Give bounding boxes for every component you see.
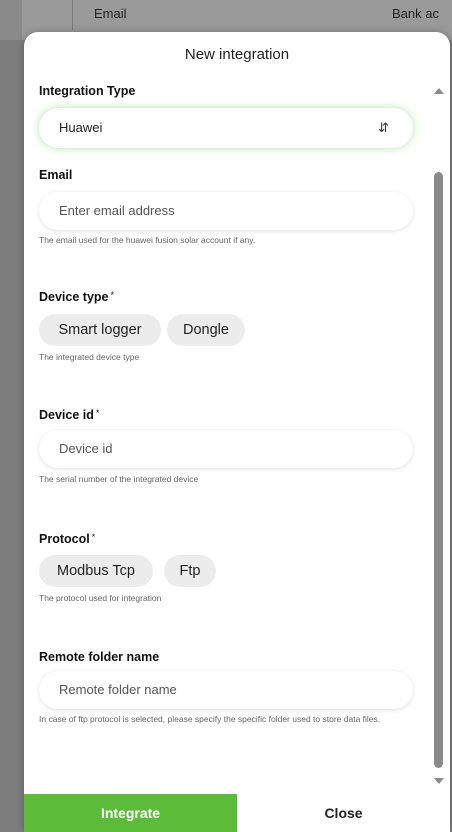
new-integration-modal: New integration Integration Type Huawei … bbox=[24, 32, 450, 832]
scroll-down-arrow-icon[interactable] bbox=[434, 778, 444, 784]
email-field[interactable] bbox=[39, 192, 413, 230]
device-type-option-smart-logger[interactable]: Smart logger bbox=[39, 314, 161, 346]
background-strip bbox=[0, 0, 22, 40]
required-marker: * bbox=[110, 290, 114, 300]
close-button[interactable]: Close bbox=[237, 794, 450, 832]
integration-type-value: Huawei bbox=[59, 120, 103, 135]
device-id-label: Device id * bbox=[39, 408, 99, 422]
modal-title: New integration bbox=[184, 46, 290, 63]
remote-folder-label: Remote folder name bbox=[39, 650, 160, 664]
integration-type-label: Integration Type bbox=[39, 84, 136, 98]
background-divider bbox=[72, 0, 73, 30]
protocol-help-text: The protocol used for integration bbox=[39, 593, 162, 603]
device-id-field[interactable] bbox=[39, 430, 413, 468]
required-marker: * bbox=[91, 532, 96, 542]
device-type-label: Device type * bbox=[39, 290, 114, 304]
protocol-label: Protocol * bbox=[39, 532, 95, 546]
scrollbar[interactable] bbox=[432, 82, 446, 802]
select-updown-icon: ⇵ bbox=[378, 120, 389, 135]
protocol-option-modbus-tcp[interactable]: Modbus Tcp bbox=[39, 555, 153, 587]
device-type-label-text: Device type bbox=[39, 290, 109, 304]
integration-type-select[interactable]: Huawei ⇵ bbox=[39, 108, 413, 148]
background-column-email: Email bbox=[94, 6, 127, 21]
remote-folder-field[interactable] bbox=[39, 671, 413, 709]
protocol-option-ftp[interactable]: Ftp bbox=[164, 555, 216, 587]
protocol-label-text: Protocol bbox=[39, 532, 90, 546]
integrate-button[interactable]: Integrate bbox=[24, 794, 237, 832]
device-type-help-text: The integrated device type bbox=[39, 352, 140, 362]
device-id-label-text: Device id bbox=[39, 408, 94, 422]
remote-folder-help-text: In case of ftp protocol is selected, ple… bbox=[39, 714, 381, 724]
required-marker: * bbox=[95, 408, 100, 418]
device-type-option-dongle[interactable]: Dongle bbox=[167, 314, 245, 346]
scroll-up-arrow-icon[interactable] bbox=[434, 88, 444, 94]
email-label: Email bbox=[39, 168, 73, 182]
modal-footer: Integrate Close bbox=[24, 794, 450, 832]
modal-form: Integration Type Huawei ⇵ Email The emai… bbox=[24, 76, 428, 796]
device-id-help-text: The serial number of the integrated devi… bbox=[39, 474, 199, 484]
background-column-bank: Bank ac bbox=[392, 6, 439, 21]
email-help-text: The email used for the huawei fusion sol… bbox=[39, 235, 256, 245]
scrollbar-thumb[interactable] bbox=[434, 172, 443, 768]
